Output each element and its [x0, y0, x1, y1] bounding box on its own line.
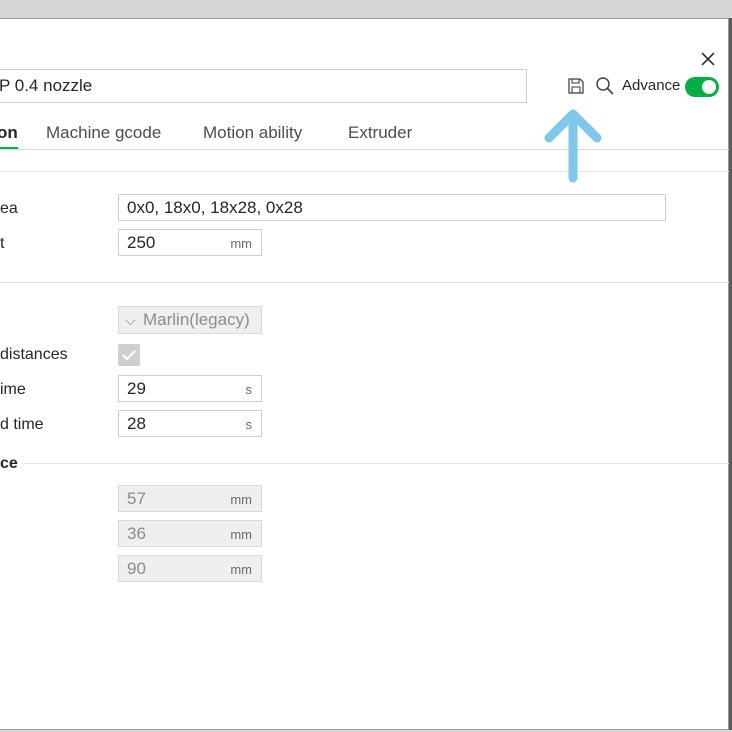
toggle-knob	[702, 80, 716, 94]
height-value: 250	[127, 233, 156, 252]
clearance-height-lid-input: 90 mm	[118, 555, 262, 582]
clearance-height-lid-value: 90	[127, 559, 146, 578]
tab-machine-gcode[interactable]: Machine gcode	[46, 123, 161, 143]
close-icon[interactable]	[696, 47, 720, 71]
time-input[interactable]: 29 s	[118, 375, 262, 402]
distances-label: distances	[0, 346, 68, 363]
printable-area-label: ea	[0, 200, 18, 217]
advance-toggle[interactable]	[685, 77, 719, 97]
height-unit: mm	[230, 236, 252, 251]
section-title-line	[24, 463, 729, 464]
printable-area-input[interactable]: 0x0, 18x0, 18x28, 0x28	[118, 194, 666, 221]
preset-name-text: P 0.4 nozzle	[0, 76, 93, 95]
section-title: ce	[0, 455, 18, 472]
section-divider	[0, 282, 729, 283]
clearance-radius-unit: mm	[230, 492, 252, 507]
section-divider	[0, 171, 729, 172]
clearance-height-lid-unit: mm	[230, 562, 252, 577]
distances-checkbox	[118, 344, 140, 366]
gcode-flavor-value: Marlin(legacy)	[143, 310, 250, 329]
clearance-radius-input: 57 mm	[118, 485, 262, 512]
load-time-value: 28	[127, 414, 146, 433]
clearance-height-rod-input: 36 mm	[118, 520, 262, 547]
height-label: t	[0, 235, 5, 252]
tab-extruder[interactable]: Extruder	[348, 123, 412, 143]
printable-area-value: 0x0, 18x0, 18x28, 0x28	[127, 198, 303, 217]
tab-divider	[0, 149, 729, 150]
advance-label: Advance	[622, 77, 681, 94]
load-time-unit: s	[245, 417, 253, 432]
printer-settings-dialog: P 0.4 nozzle Advance on Machine gcode Mo…	[0, 18, 729, 730]
tab-motion-ability[interactable]: Motion ability	[203, 123, 302, 143]
time-unit: s	[245, 382, 253, 397]
annotation-up-arrow	[544, 109, 602, 183]
clearance-height-rod-value: 36	[127, 524, 146, 543]
gcode-flavor-select: ⌵ Marlin(legacy)	[118, 306, 262, 334]
clearance-height-rod-unit: mm	[230, 527, 252, 542]
tab-basic-information[interactable]: on	[0, 123, 18, 143]
chevron-down-icon: ⌵	[125, 312, 136, 328]
save-icon[interactable]	[567, 77, 585, 95]
time-label: ime	[0, 381, 26, 398]
time-value: 29	[127, 379, 146, 398]
search-icon[interactable]	[595, 76, 615, 96]
height-input[interactable]: 250 mm	[118, 229, 262, 256]
load-time-input[interactable]: 28 s	[118, 410, 262, 437]
preset-name-field[interactable]: P 0.4 nozzle	[0, 69, 527, 103]
clearance-radius-value: 57	[127, 489, 146, 508]
tab-bar: on Machine gcode Motion ability Extruder	[0, 119, 729, 150]
checkmark-icon	[122, 350, 136, 361]
load-time-label: d time	[0, 416, 44, 433]
close-button[interactable]	[696, 47, 720, 71]
